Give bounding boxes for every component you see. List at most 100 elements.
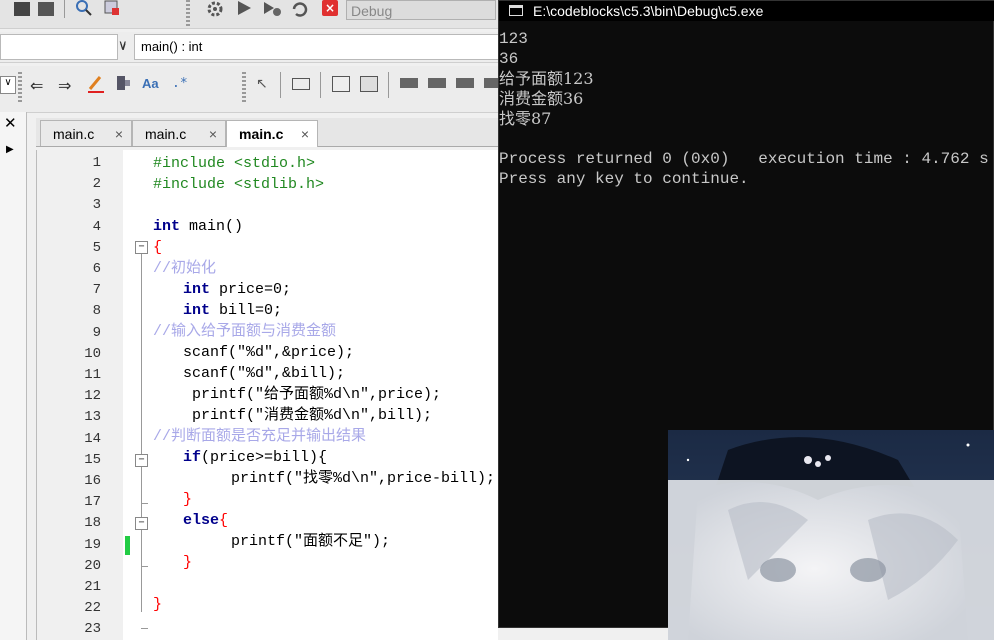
code-text: { bbox=[219, 512, 229, 529]
code-line: else{ bbox=[37, 510, 499, 531]
code-line: #include <stdlib.h> bbox=[37, 174, 499, 195]
comment: //初始化 bbox=[153, 260, 217, 277]
code-line: } bbox=[37, 552, 499, 573]
code-text: #include <stdio.h> bbox=[153, 155, 316, 172]
console-output-line: Process returned 0 (0x0) execution time … bbox=[499, 150, 989, 168]
separator bbox=[280, 72, 281, 98]
toolbar-grip[interactable] bbox=[242, 72, 246, 102]
build-and-run-icon[interactable] bbox=[262, 0, 282, 18]
code-text: } bbox=[183, 491, 193, 508]
console-window-icon bbox=[509, 5, 523, 16]
replace-icon[interactable] bbox=[104, 0, 120, 16]
desktop-strip bbox=[498, 628, 668, 640]
highlight-pen-icon[interactable] bbox=[86, 74, 106, 94]
management-panel: ✕ ▶ bbox=[0, 112, 27, 640]
tab-main-c-2[interactable]: main.c × bbox=[132, 120, 226, 146]
function-select-value: main() : int bbox=[141, 39, 203, 54]
console-output-line: 给予面额123 bbox=[499, 69, 594, 88]
find-icon[interactable] bbox=[76, 0, 92, 16]
console-output-line: 找零87 bbox=[499, 109, 552, 128]
keyword: int bbox=[183, 281, 211, 298]
code-text: #include <stdlib.h> bbox=[153, 176, 325, 193]
separator bbox=[320, 72, 321, 98]
line-number-row: 23 bbox=[37, 619, 499, 640]
code-line: } bbox=[37, 489, 499, 510]
abort-icon[interactable]: × bbox=[322, 0, 338, 16]
function-select[interactable]: main() : int bbox=[134, 34, 502, 60]
code-text: printf("面额不足"); bbox=[231, 533, 391, 550]
chevron-down-icon[interactable]: ∨ bbox=[118, 38, 128, 53]
select-block-icon[interactable] bbox=[114, 74, 132, 92]
forward-arrow-icon[interactable]: ⇒ bbox=[58, 76, 71, 95]
panel-icon[interactable] bbox=[428, 78, 446, 88]
keyword: else bbox=[183, 512, 220, 529]
regex-icon[interactable]: .* bbox=[172, 76, 188, 91]
code-line: } bbox=[37, 594, 499, 615]
code-text: scanf("%d",&bill); bbox=[183, 365, 346, 382]
pointer-icon[interactable]: ↖ bbox=[256, 76, 268, 92]
line-number-row: 3 bbox=[37, 195, 499, 216]
tab-label: main.c bbox=[53, 126, 95, 142]
open-file-icon[interactable] bbox=[14, 2, 30, 16]
build-target-select[interactable]: Debug bbox=[346, 0, 496, 20]
panel-icon[interactable] bbox=[484, 78, 498, 88]
separator bbox=[64, 0, 65, 18]
toolbar-grip[interactable] bbox=[186, 0, 190, 26]
dropdown-icon[interactable]: ∨ bbox=[0, 76, 16, 94]
code-line: if(price>=bill){ bbox=[37, 447, 499, 468]
code-line: scanf("%d",&price); bbox=[37, 342, 499, 363]
panel-icon[interactable] bbox=[456, 78, 474, 88]
close-tab-icon[interactable]: × bbox=[115, 121, 123, 147]
toolbar-grip[interactable] bbox=[18, 72, 22, 102]
console-output-line: Press any key to continue. bbox=[499, 170, 749, 188]
code-editor[interactable]: 1 2 3 4 5 6 7 8 9 10 11 12 13 14 15 16 17 18 19 20 21 22 23 − … bbox=[36, 150, 499, 640]
code-text: (price>=bill){ bbox=[201, 449, 328, 466]
tab-main-c-active[interactable]: main.c × bbox=[226, 120, 318, 147]
code-line: scanf("%d",&bill); bbox=[37, 363, 499, 384]
back-arrow-icon[interactable]: ⇐ bbox=[30, 76, 43, 95]
comment: //判断面额是否充足并输出结果 bbox=[153, 428, 367, 445]
code-text: printf("给予面额%d\n",price); bbox=[192, 386, 442, 403]
mail-icon[interactable] bbox=[332, 76, 350, 92]
code-text: { bbox=[153, 239, 163, 256]
keyword: int bbox=[183, 302, 211, 319]
editor-tabs: main.c × main.c × main.c × bbox=[36, 118, 498, 147]
scope-select[interactable]: ∨ bbox=[0, 34, 127, 60]
console-output-line: 36 bbox=[499, 50, 519, 68]
code-line: printf("给予面额%d\n",price); bbox=[37, 384, 499, 405]
run-icon[interactable] bbox=[236, 0, 252, 16]
code-line: //判断面额是否充足并输出结果 bbox=[37, 426, 499, 447]
rectangle-icon[interactable] bbox=[292, 78, 310, 90]
code-line: //初始化 bbox=[37, 258, 499, 279]
code-line: int bill=0; bbox=[37, 300, 499, 321]
tab-label: main.c bbox=[239, 126, 284, 142]
keyword: if bbox=[183, 449, 202, 466]
code-line: int price=0; bbox=[37, 279, 499, 300]
code-text: scanf("%d",&price); bbox=[183, 344, 355, 361]
console-output-line: 123 bbox=[499, 30, 528, 48]
toolbar-main: × Debug bbox=[0, 0, 500, 29]
close-icon[interactable]: ✕ bbox=[4, 114, 17, 132]
panel-icon[interactable] bbox=[400, 78, 418, 88]
code-line: int main() bbox=[37, 216, 499, 237]
code-line: printf("消费金额%d\n",bill); bbox=[37, 405, 499, 426]
close-tab-icon[interactable]: × bbox=[209, 121, 217, 147]
gear-icon[interactable] bbox=[206, 0, 224, 18]
tab-label: main.c bbox=[145, 126, 187, 142]
edit-toolbar: ∨ ⇐ ⇒ Aa .* ↖ bbox=[0, 66, 500, 113]
expand-arrow-icon[interactable]: ▶ bbox=[6, 144, 14, 155]
code-text: bill=0; bbox=[210, 302, 283, 319]
rebuild-icon[interactable] bbox=[290, 0, 310, 18]
match-case-icon[interactable]: Aa bbox=[142, 76, 159, 91]
save-icon[interactable] bbox=[38, 2, 54, 16]
keyword: int bbox=[153, 218, 181, 235]
document-icon[interactable] bbox=[360, 76, 378, 92]
console-title-bar[interactable]: E:\codeblocks\c5.3\bin\Debug\c5.exe bbox=[499, 1, 994, 21]
console-output-line: 消费金额36 bbox=[499, 89, 584, 108]
tab-main-c-1[interactable]: main.c × bbox=[40, 120, 132, 146]
code-text: } bbox=[153, 596, 163, 613]
code-text: printf("消费金额%d\n",bill); bbox=[192, 407, 433, 424]
close-tab-icon[interactable]: × bbox=[301, 121, 309, 147]
separator bbox=[388, 72, 389, 98]
line-number: 23 bbox=[84, 621, 101, 638]
